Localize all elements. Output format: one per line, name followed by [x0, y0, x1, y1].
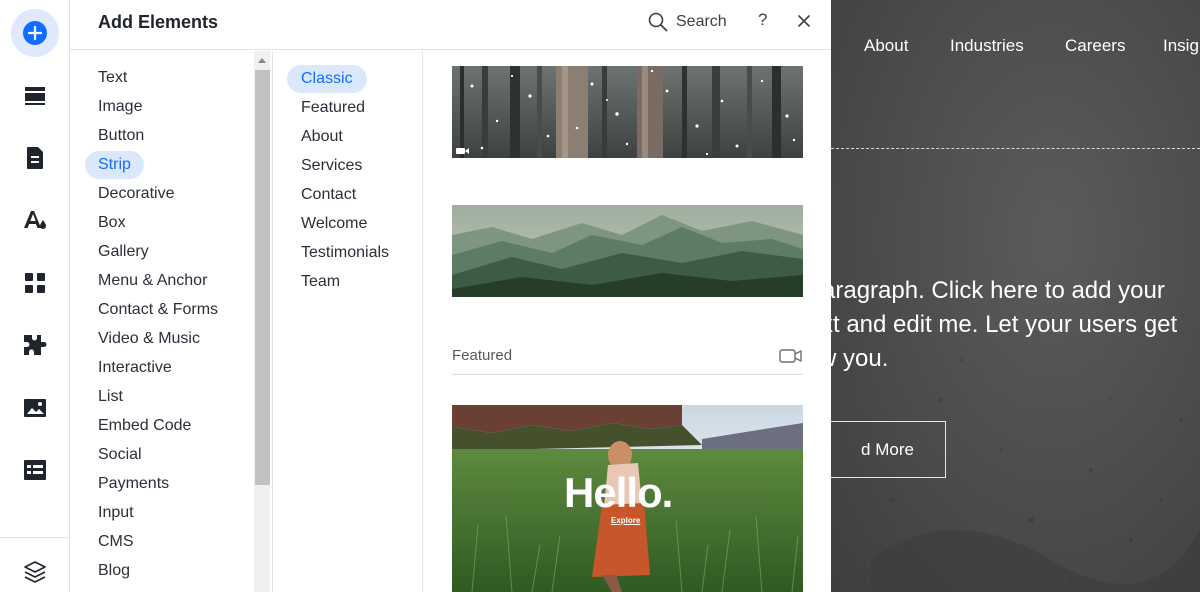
site-nav-about[interactable]: About: [864, 36, 908, 56]
category-item-menu-anchor[interactable]: Menu & Anchor: [85, 267, 220, 295]
design-icon: [24, 211, 46, 229]
subcategory-item-classic[interactable]: Classic: [287, 65, 367, 93]
category-scrollbar-thumb[interactable]: [255, 70, 270, 485]
site-paragraph-line-2[interactable]: xt and edit me. Let your users get: [831, 308, 1177, 342]
media-button[interactable]: [11, 388, 59, 428]
category-item-interactive[interactable]: Interactive: [85, 354, 185, 382]
category-item-list[interactable]: List: [85, 383, 136, 411]
add-elements-panel: Add Elements Search ? Text Image Button …: [70, 0, 831, 592]
cms-button[interactable]: [11, 450, 59, 490]
category-item-gallery[interactable]: Gallery: [85, 238, 162, 266]
pages-button[interactable]: [11, 138, 59, 178]
search-label: Search: [676, 13, 727, 30]
hello-headline: Hello.: [564, 469, 673, 516]
category-item-blog[interactable]: Blog: [85, 557, 143, 585]
site-nav-careers[interactable]: Careers: [1065, 36, 1125, 56]
section-icon: [25, 87, 45, 105]
design-button[interactable]: [11, 200, 59, 240]
site-paragraph-line-3[interactable]: w you.: [831, 342, 888, 376]
cms-table-icon: [24, 460, 46, 480]
category-list: Text Image Button Strip Decorative Box G…: [70, 51, 272, 592]
category-item-button[interactable]: Button: [85, 122, 157, 150]
subcategory-item-welcome[interactable]: Welcome: [287, 210, 381, 238]
subcategory-item-team[interactable]: Team: [287, 268, 354, 296]
category-item-text[interactable]: Text: [85, 64, 140, 92]
mountains-thumbnail: [452, 205, 803, 297]
category-item-video-music[interactable]: Video & Music: [85, 325, 213, 353]
featured-divider: [452, 374, 803, 375]
strip-preview-featured-hello[interactable]: Hello. Explore: [452, 405, 803, 592]
subcategory-list: Classic Featured About Services Contact …: [272, 51, 423, 592]
subcategory-item-testimonials[interactable]: Testimonials: [287, 239, 403, 267]
site-nav-insights[interactable]: Insig: [1163, 36, 1199, 56]
media-icon: [24, 399, 46, 417]
video-camera-icon: [779, 349, 802, 363]
forest-thumbnail: [452, 66, 803, 158]
category-item-embed-code[interactable]: Embed Code: [85, 412, 204, 440]
page-icon: [27, 147, 43, 169]
header-boundary-line: [831, 148, 1200, 149]
strip-previews: Featured Hello. Explore: [423, 51, 831, 592]
read-more-label: d More: [861, 439, 914, 459]
category-item-input[interactable]: Input: [85, 499, 147, 527]
category-item-cms[interactable]: CMS: [85, 528, 147, 556]
layers-icon: [24, 561, 46, 583]
layers-button[interactable]: [11, 552, 59, 592]
close-button[interactable]: [794, 10, 814, 32]
strip-preview-mountains[interactable]: [452, 205, 803, 297]
site-canvas: About Industries Careers Insig aragraph.…: [831, 0, 1200, 592]
help-button[interactable]: ?: [758, 10, 767, 30]
business-apps-button[interactable]: [11, 325, 59, 365]
category-item-strip[interactable]: Strip: [85, 151, 144, 179]
apps-grid-icon: [25, 273, 45, 293]
subcategory-item-featured[interactable]: Featured: [287, 94, 379, 122]
strip-preview-forest-video[interactable]: [452, 66, 803, 158]
category-item-social[interactable]: Social: [85, 441, 155, 469]
scroll-up-arrow-icon[interactable]: [258, 58, 266, 63]
close-icon: [798, 15, 810, 27]
category-item-image[interactable]: Image: [85, 93, 155, 121]
search-button[interactable]: Search: [648, 10, 727, 34]
left-toolbar: [0, 0, 70, 592]
add-circle: [11, 9, 59, 57]
category-item-box[interactable]: Box: [85, 209, 139, 237]
search-icon: [648, 12, 668, 32]
subcategory-item-services[interactable]: Services: [287, 152, 376, 180]
subcategory-item-contact[interactable]: Contact: [287, 181, 370, 209]
plus-icon: [23, 21, 47, 45]
site-nav-industries[interactable]: Industries: [950, 36, 1024, 56]
site-read-more-button[interactable]: d More: [831, 421, 946, 478]
explore-link: Explore: [611, 516, 641, 525]
puzzle-icon: [24, 335, 47, 355]
category-item-decorative[interactable]: Decorative: [85, 180, 187, 208]
toolbar-divider: [0, 537, 70, 538]
panel-title: Add Elements: [98, 12, 219, 32]
featured-section-label: Featured: [452, 347, 513, 364]
add-elements-button[interactable]: [11, 9, 59, 57]
subcategory-item-about[interactable]: About: [287, 123, 357, 151]
panel-header: Add Elements Search ?: [70, 0, 831, 50]
sections-button[interactable]: [11, 76, 59, 116]
site-paragraph-line-1[interactable]: aragraph. Click here to add your: [831, 274, 1165, 308]
apps-button[interactable]: [11, 263, 59, 303]
category-item-contact-forms[interactable]: Contact & Forms: [85, 296, 231, 324]
category-item-payments[interactable]: Payments: [85, 470, 182, 498]
